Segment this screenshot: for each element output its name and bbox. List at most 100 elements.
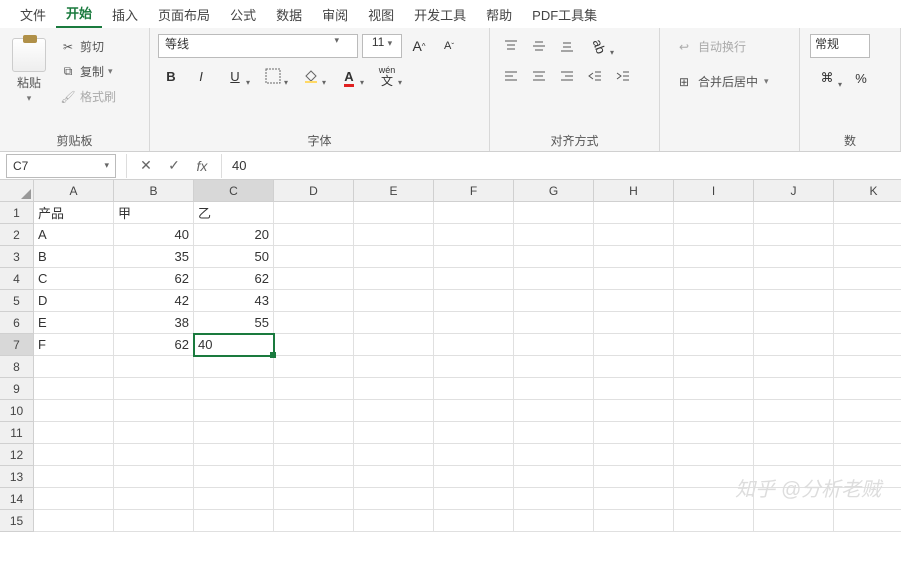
underline-button[interactable]: U — [218, 64, 252, 88]
cell[interactable] — [34, 378, 114, 400]
row-header[interactable]: 6 — [0, 312, 34, 334]
row-header[interactable]: 12 — [0, 444, 34, 466]
cell[interactable]: 乙 — [194, 202, 274, 224]
cell[interactable] — [434, 444, 514, 466]
cell[interactable] — [274, 202, 354, 224]
cell[interactable] — [434, 290, 514, 312]
cell[interactable]: F — [34, 334, 114, 356]
column-header[interactable]: A — [34, 180, 114, 202]
cell[interactable] — [834, 444, 901, 466]
cell[interactable] — [754, 246, 834, 268]
number-format-select[interactable]: 常规 — [810, 34, 870, 58]
tab-review[interactable]: 审阅 — [312, 1, 358, 28]
cell[interactable] — [674, 510, 754, 532]
row-header[interactable]: 1 — [0, 202, 34, 224]
orientation-button[interactable]: ab — [582, 34, 616, 58]
name-box[interactable]: C7▾ — [6, 154, 116, 178]
paste-dropdown[interactable]: ▾ — [27, 93, 32, 104]
cell[interactable] — [354, 268, 434, 290]
cell[interactable] — [834, 466, 901, 488]
cell[interactable] — [674, 400, 754, 422]
cell[interactable] — [594, 312, 674, 334]
cell[interactable] — [834, 312, 901, 334]
align-right-button[interactable] — [554, 64, 580, 88]
cell[interactable]: 62 — [194, 268, 274, 290]
cell[interactable] — [34, 488, 114, 510]
cell[interactable] — [274, 334, 354, 356]
cell[interactable] — [194, 488, 274, 510]
wrap-text-button[interactable]: ↩ 自动换行 — [670, 34, 789, 59]
cell[interactable] — [834, 378, 901, 400]
cell[interactable] — [354, 510, 434, 532]
cell[interactable] — [434, 400, 514, 422]
cell[interactable] — [34, 400, 114, 422]
cell[interactable] — [514, 356, 594, 378]
formula-input[interactable]: 40 — [222, 158, 901, 173]
cell[interactable] — [834, 290, 901, 312]
paste-icon[interactable] — [12, 38, 46, 72]
tab-dev[interactable]: 开发工具 — [404, 1, 476, 28]
cell[interactable] — [274, 246, 354, 268]
align-middle-button[interactable] — [526, 34, 552, 58]
tab-home[interactable]: 开始 — [56, 0, 102, 28]
cell[interactable] — [514, 510, 594, 532]
cell[interactable] — [514, 268, 594, 290]
cell[interactable] — [834, 224, 901, 246]
cell[interactable]: 55 — [194, 312, 274, 334]
tab-view[interactable]: 视图 — [358, 1, 404, 28]
tab-formulas[interactable]: 公式 — [220, 1, 266, 28]
column-header[interactable]: I — [674, 180, 754, 202]
cell[interactable] — [754, 290, 834, 312]
cell[interactable] — [834, 246, 901, 268]
column-header[interactable]: E — [354, 180, 434, 202]
tab-file[interactable]: 文件 — [10, 1, 56, 28]
cell[interactable]: B — [34, 246, 114, 268]
cell[interactable] — [594, 334, 674, 356]
fill-color-button[interactable] — [294, 64, 328, 88]
cell[interactable] — [194, 444, 274, 466]
cell[interactable]: 43 — [194, 290, 274, 312]
tab-layout[interactable]: 页面布局 — [148, 1, 220, 28]
font-family-select[interactable]: 等线▾ — [158, 34, 358, 58]
column-header[interactable]: H — [594, 180, 674, 202]
tab-insert[interactable]: 插入 — [102, 1, 148, 28]
cell[interactable] — [514, 466, 594, 488]
cell[interactable] — [754, 510, 834, 532]
cell[interactable]: 42 — [114, 290, 194, 312]
cell[interactable] — [194, 378, 274, 400]
cell[interactable] — [514, 444, 594, 466]
cell[interactable] — [674, 224, 754, 246]
cell[interactable] — [674, 466, 754, 488]
cell[interactable] — [434, 466, 514, 488]
cell[interactable]: 35 — [114, 246, 194, 268]
cell[interactable] — [114, 444, 194, 466]
cell[interactable] — [674, 246, 754, 268]
cell[interactable] — [754, 268, 834, 290]
cell[interactable] — [674, 202, 754, 224]
align-top-button[interactable] — [498, 34, 524, 58]
cell[interactable] — [674, 290, 754, 312]
cell[interactable]: E — [34, 312, 114, 334]
row-header[interactable]: 9 — [0, 378, 34, 400]
merge-center-button[interactable]: ⊞ 合并后居中 ▾ — [670, 69, 789, 94]
border-button[interactable] — [256, 64, 290, 88]
cell[interactable] — [274, 510, 354, 532]
cell[interactable] — [114, 466, 194, 488]
cell[interactable] — [514, 422, 594, 444]
cell[interactable] — [194, 510, 274, 532]
cell[interactable]: 50 — [194, 246, 274, 268]
paste-button[interactable]: 粘贴 — [17, 74, 41, 91]
column-header[interactable]: B — [114, 180, 194, 202]
row-header[interactable]: 7 — [0, 334, 34, 356]
cell[interactable] — [514, 202, 594, 224]
cell[interactable] — [434, 488, 514, 510]
cell[interactable] — [514, 290, 594, 312]
row-header[interactable]: 8 — [0, 356, 34, 378]
cell[interactable] — [34, 356, 114, 378]
decrease-font-button[interactable]: Aˇ — [436, 34, 462, 58]
cell[interactable] — [434, 378, 514, 400]
cell[interactable] — [34, 422, 114, 444]
cell[interactable] — [754, 334, 834, 356]
font-color-button[interactable]: A — [332, 64, 366, 88]
cell[interactable] — [594, 290, 674, 312]
